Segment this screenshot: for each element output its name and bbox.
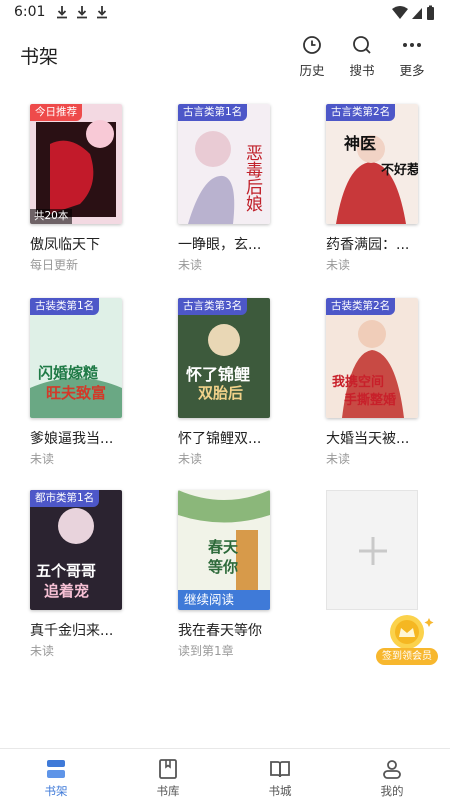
book-cover: 恶毒后娘 古言类第1名 <box>178 104 270 224</box>
book-item[interactable]: 五个哥哥 追着宠 都市类第1名 真千金归来... 未读 <box>30 490 140 660</box>
book-item[interactable]: 春天 等你 继续阅读 我在春天等你 读到第1章 <box>178 490 288 660</box>
cover-art: 我携空间 手撕整婚 <box>326 298 418 418</box>
book-count-label: 共20本 <box>30 209 73 224</box>
history-label: 历史 <box>299 63 325 78</box>
tab-label: 我的 <box>380 784 404 798</box>
book-badge: 古言类第2名 <box>326 104 396 121</box>
book-status: 未读 <box>30 644 55 658</box>
book-status: 未读 <box>178 452 203 466</box>
search-icon <box>353 36 371 54</box>
book-item[interactable]: 我携空间 手撕整婚 古装类第2名 大婚当天被... 未读 <box>326 298 436 468</box>
tab-bookshelf[interactable]: 书架 <box>0 749 112 801</box>
bottom-tab-bar: 书架 书库 书城 我的 <box>0 748 450 801</box>
cover-art: 五个哥哥 追着宠 <box>30 490 122 610</box>
bookmark-book-icon <box>159 759 177 779</box>
cover-art: 闪婚嫁糙 旺夫致富 <box>30 298 122 418</box>
svg-text:等你: 等你 <box>208 558 238 576</box>
svg-text:追着宠: 追着宠 <box>44 582 89 600</box>
cover-art: 恶毒后娘 <box>178 104 270 224</box>
book-status: 未读 <box>30 452 55 466</box>
book-status: 未读 <box>326 452 351 466</box>
status-bar: 6:01 <box>0 0 450 26</box>
book-title: 傲凤临天下 <box>30 237 100 253</box>
status-time: 6:01 <box>14 4 46 20</box>
book-item[interactable]: 怀了锦鲤 双胎后 古言类第3名 怀了锦鲤双... 未读 <box>178 298 288 468</box>
book-badge: 古言类第1名 <box>178 104 248 121</box>
header: 书架 历史 搜书 更多 <box>0 26 450 86</box>
book-cover: 神医 不好惹 古言类第2名 <box>326 104 418 224</box>
svg-text:旺夫致富: 旺夫致富 <box>46 384 106 402</box>
download-icon <box>57 6 67 19</box>
book-title: 爹娘逼我当... <box>30 431 114 447</box>
plus-icon <box>359 537 387 565</box>
open-book-icon <box>270 761 290 778</box>
book-status: 读到第1章 <box>178 644 234 658</box>
book-cover: 五个哥哥 追着宠 都市类第1名 <box>30 490 122 610</box>
tab-label: 书库 <box>156 784 180 798</box>
clock-icon <box>303 36 321 54</box>
wifi-signal-battery-icon <box>392 5 434 20</box>
book-status: 未读 <box>326 258 351 272</box>
svg-text:闪婚嫁糙: 闪婚嫁糙 <box>38 364 98 382</box>
tab-profile[interactable]: 我的 <box>336 749 448 801</box>
history-button[interactable]: 历史 <box>292 34 332 80</box>
book-cover: 我携空间 手撕整婚 古装类第2名 <box>326 298 418 418</box>
book-title: 大婚当天被... <box>326 431 410 447</box>
download-icon <box>77 6 87 19</box>
svg-text:不好惹: 不好惹 <box>381 162 418 178</box>
continue-reading-label: 继续阅读 <box>178 590 270 610</box>
book-title: 一睁眼，玄... <box>178 237 262 253</box>
cover-art: 神医 不好惹 <box>326 104 418 224</box>
book-cover: 今日推荐 共20本 <box>30 104 122 224</box>
book-badge: 古装类第1名 <box>30 298 100 315</box>
tab-label: 书城 <box>268 784 292 798</box>
svg-text:春天: 春天 <box>208 538 239 556</box>
book-badge: 今日推荐 <box>30 104 82 121</box>
vip-signin-label: 签到领会员 <box>376 648 438 665</box>
book-item[interactable]: 恶毒后娘 古言类第1名 一睁眼，玄... 未读 <box>178 104 288 274</box>
svg-text:怀了锦鲤: 怀了锦鲤 <box>186 365 250 384</box>
download-icon <box>97 6 107 19</box>
svg-text:神医: 神医 <box>344 134 376 153</box>
more-label: 更多 <box>399 63 425 78</box>
add-book-box <box>326 490 418 610</box>
svg-text:双胎后: 双胎后 <box>198 384 243 402</box>
book-status: 每日更新 <box>30 258 79 272</box>
page-title: 书架 <box>20 46 59 68</box>
bookshelf-icon <box>47 760 65 778</box>
book-item[interactable]: 神医 不好惹 古言类第2名 药香满园：... 未读 <box>326 104 436 274</box>
svg-text:手撕整婚: 手撕整婚 <box>344 392 396 408</box>
svg-text:恶毒后娘: 恶毒后娘 <box>242 144 263 212</box>
book-item[interactable]: 今日推荐 共20本 傲凤临天下 每日更新 <box>30 104 140 274</box>
book-title: 真千金归来... <box>30 623 114 639</box>
more-dots-icon <box>403 43 421 47</box>
tab-library[interactable]: 书库 <box>112 749 224 801</box>
cover-art: 怀了锦鲤 双胎后 <box>178 298 270 418</box>
vip-signin-button[interactable]: 签到领会员 <box>376 612 438 668</box>
book-badge: 古言类第3名 <box>178 298 248 315</box>
book-cover: 春天 等你 继续阅读 <box>178 490 270 610</box>
tab-bookstore[interactable]: 书城 <box>224 749 336 801</box>
book-item[interactable]: 闪婚嫁糙 旺夫致富 古装类第1名 爹娘逼我当... 未读 <box>30 298 140 468</box>
user-icon <box>383 760 401 779</box>
book-status: 未读 <box>178 258 203 272</box>
book-title: 药香满园：... <box>326 237 410 253</box>
book-badge: 古装类第2名 <box>326 298 396 315</box>
search-button[interactable]: 搜书 <box>342 34 382 80</box>
search-label: 搜书 <box>349 63 375 78</box>
book-cover: 闪婚嫁糙 旺夫致富 古装类第1名 <box>30 298 122 418</box>
book-badge: 都市类第1名 <box>30 490 100 507</box>
svg-text:我携空间: 我携空间 <box>332 374 384 390</box>
book-title: 怀了锦鲤双... <box>178 431 262 447</box>
book-title: 我在春天等你 <box>178 623 262 639</box>
crown-coin-icon <box>390 615 434 649</box>
svg-text:五个哥哥: 五个哥哥 <box>36 562 96 580</box>
tab-label: 书架 <box>44 784 68 798</box>
more-button[interactable]: 更多 <box>392 34 432 80</box>
book-cover: 怀了锦鲤 双胎后 古言类第3名 <box>178 298 270 418</box>
cover-art <box>30 104 122 224</box>
